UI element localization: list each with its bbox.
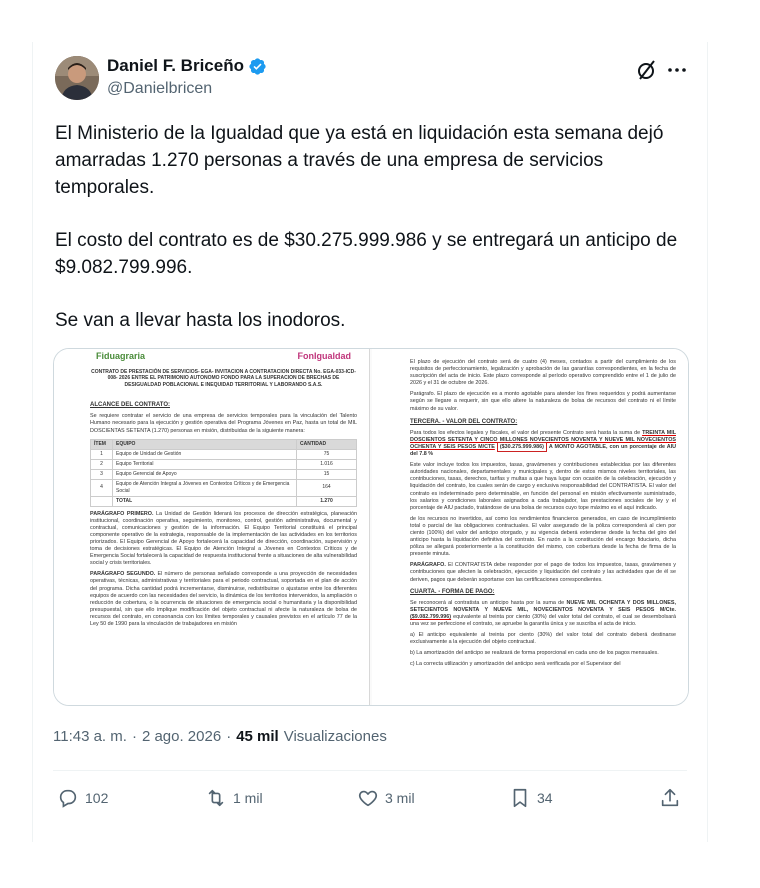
table-cell: 4 [90,478,113,497]
table-cell: 3 [90,468,113,480]
tweet-media-image[interactable]: Fiduagraria FonIgualdad CONTRATO DE PRES… [53,348,689,706]
reply-button[interactable]: 102 [57,787,108,809]
tweet-metadata: 11:43 a. m. · 2 ago. 2026 · 45 mil Visua… [53,728,387,745]
document-heading: TERCERA. - VALOR DEL CONTRATO: [410,418,518,425]
table-row: 4 Equipo de Atención Integral a Jóvenes … [90,478,357,497]
table-header-row: ÍTEM EQUIPO CANTIDAD [90,438,357,450]
table-row-total: TOTAL 1.270 [90,495,357,507]
paragraph-title: PARÁGRAFO PRIMERO. [90,510,154,517]
table-cell: 164 [296,478,357,497]
table-cell: Equipo Territorial [112,458,297,470]
avatar[interactable] [55,56,99,100]
bookmark-count: 34 [537,790,553,806]
table-cell [90,495,113,507]
like-count: 3 mil [385,790,415,806]
paragraph-title: PARÁGRAFO SEGUNDO. [90,571,156,578]
tweet-card: Daniel F. Briceño @Danielbricen El Minis… [32,42,708,842]
tweet-paragraph: El Ministerio de la Igualdad que ya está… [55,123,664,198]
table-cell: 1 [90,448,113,460]
tweet-paragraph: Se van a llevar hasta los inodoros. [55,310,346,331]
list-item: a) El anticipo equivalente al treinta po… [410,632,676,646]
grok-icon[interactable] [635,58,659,82]
advance-amount: ($9.082.799.996) [410,613,452,620]
paragraph-body: Se reconocerá al contratista un anticipo… [410,599,565,606]
document-paragraph: Se requiere contratar el servicio de una… [90,413,357,434]
reply-icon [59,789,77,808]
table-cell: TOTAL [112,495,297,507]
staff-table: ÍTEM EQUIPO CANTIDAD 1 Equipo de Unidad … [90,438,357,507]
tweet-text: El Ministerio de la Igualdad que ya está… [55,120,685,334]
share-icon [661,788,679,807]
verified-badge-icon [249,57,266,75]
advance-payment-paragraph: Se reconocerá al contratista un anticipo… [410,600,676,628]
table-row: 3 Equipo Gerencial de Apoyo 15 [90,468,357,480]
paragraph-body: La Unidad de Gestión liderará los proces… [90,510,358,567]
bookmark-icon [513,788,527,808]
table-header: ÍTEM [90,438,113,450]
paragraph-title: PARÁGRAFO. [410,562,446,569]
action-bar: 102 1 mil 3 mil 34 [53,778,687,818]
table-header: EQUIPO [112,438,297,450]
paragraph-body: El número de personas señalado correspon… [90,571,358,627]
tweet-date[interactable]: 2 ago. 2026 [142,728,221,745]
author-name-row: Daniel F. Briceño [107,56,267,76]
document-paragraph: El plazo de ejecución del contrato será … [410,359,676,387]
author-display-name[interactable]: Daniel F. Briceño [107,56,244,76]
document-paragraph: de los recursos no invertidos, así como … [410,515,676,558]
table-cell: 15 [296,468,357,480]
paragraph-body: Para todos los efectos legales y fiscale… [410,429,641,436]
views-label: Visualizaciones [283,728,387,745]
document-title: CONTRATO DE PRESTACIÓN DE SERVICIOS- EGA… [91,369,356,388]
document-paragraph: Parágrafo. El plazo de ejecución es a mo… [410,391,676,412]
like-button[interactable]: 3 mil [357,787,415,809]
share-button[interactable] [659,787,681,809]
tweet-time[interactable]: 11:43 a. m. [53,728,127,745]
table-cell: 1.270 [296,495,357,507]
table-cell: 75 [296,448,357,460]
retweet-button[interactable]: 1 mil [205,787,263,809]
retweet-count: 1 mil [233,790,263,806]
document-paragraph: Este valor incluye todos los impuestos, … [410,462,676,511]
document-paragraph: PARÁGRAFO PRIMERO. La Unidad de Gestión … [90,511,357,568]
retweet-icon [208,789,224,807]
document-paragraph: PARÁGRAFO SEGUNDO. El número de personas… [90,571,357,628]
document-page-left: Fiduagraria FonIgualdad CONTRATO DE PRES… [54,349,370,705]
paragraph-body: El CONTRATISTA debe responder por el pag… [410,562,676,583]
tweet-paragraph: El costo del contrato es de $30.275.999.… [55,230,678,278]
table-cell: 1.016 [296,458,357,470]
list-item: b) La amortización del anticipo se reali… [410,650,659,657]
separator: · [226,728,232,745]
like-icon [358,790,378,807]
table-cell: Equipo de Atención Integral a Jóvenes en… [112,478,297,497]
document-heading: CUARTA. - FORMA DE PAGO: [410,588,495,595]
table-cell: 2 [90,458,113,470]
table-row: 1 Equipo de Unidad de Gestión 75 [90,448,357,460]
author-handle[interactable]: @Danielbricen [107,80,212,98]
document-page-right: El plazo de ejecución del contrato será … [372,349,688,705]
more-icon[interactable] [665,58,689,82]
bookmark-button[interactable]: 34 [509,787,553,809]
table-header: CANTIDAD [296,438,357,450]
reply-count: 102 [85,790,109,806]
separator: · [131,728,137,745]
views-count: 45 mil [236,728,279,745]
table-row: 2 Equipo Territorial 1.016 [90,458,357,470]
divider [53,770,687,771]
document-heading: ALCANCE DEL CONTRATO: [90,402,170,409]
table-cell: Equipo de Unidad de Gestión [112,448,297,460]
document-paragraph: PARÁGRAFO. El CONTRATISTA debe responder… [410,562,676,583]
contract-value-paragraph: Para todos los efectos legales y fiscale… [410,430,676,458]
table-cell: Equipo Gerencial de Apoyo [112,468,297,480]
contract-value-amount: ($30.275.999.986) [496,441,547,452]
list-item: c) La correcta utilización y amortizació… [410,661,621,668]
